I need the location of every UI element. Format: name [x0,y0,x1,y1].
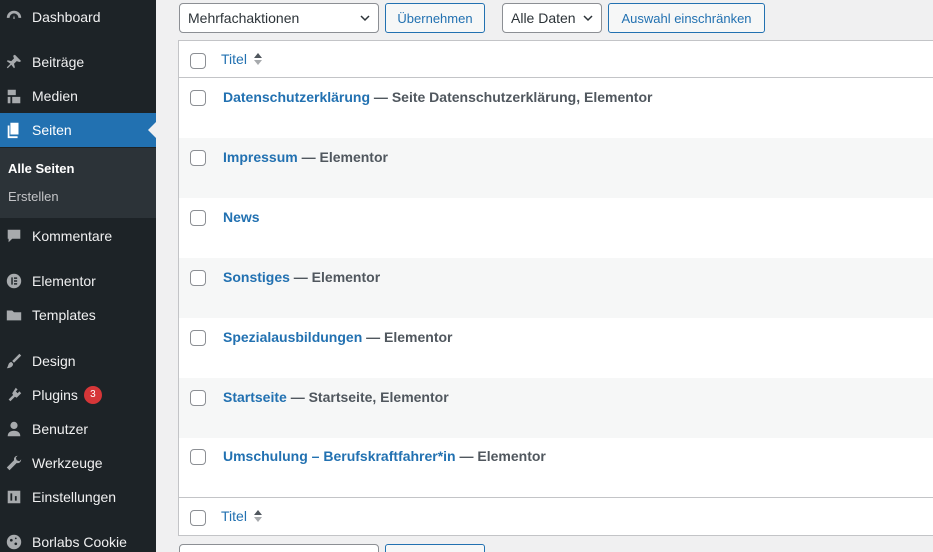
menu-elementor[interactable]: Elementor [0,264,156,298]
cookie-icon [4,532,24,552]
table-row: Sonstiges — Elementor [179,258,933,318]
update-count-badge: 3 [83,386,102,404]
menu-label: Medien [32,88,78,104]
date-filter-select[interactable]: Alle Daten [502,3,602,33]
title-column-header[interactable]: Titel [221,51,263,67]
select-all-checkbox-footer[interactable] [190,510,206,526]
row-checkbox[interactable] [190,150,206,166]
table-row: Startseite — Startseite, Elementor [179,378,933,438]
menu-label: Plugins [32,387,78,403]
menu-label: Borlabs Cookie [32,534,127,550]
date-filter-value: Alle Daten [511,10,576,26]
menu-label: Design [32,353,76,369]
menu-label: Beiträge [32,54,85,70]
menu-label: Einstellungen [32,489,117,505]
menu-label: Elementor [32,273,96,289]
row-checkbox[interactable] [190,210,206,226]
select-all-checkbox[interactable] [190,53,206,69]
row-checkbox[interactable] [190,270,206,286]
menu-media[interactable]: Medien [0,79,156,113]
bulk-action-select[interactable]: Mehrfachaktionen [179,3,379,33]
menu-templates[interactable]: Templates [0,298,156,332]
page-state: — Elementor [289,269,381,285]
menu-tools[interactable]: Werkzeuge [0,446,156,480]
menu-settings[interactable]: Einstellungen [0,480,156,514]
menu-label: Seiten [32,122,72,138]
menu-plugins[interactable]: Plugins 3 [0,378,156,412]
filter-button[interactable]: Auswahl einschränken [608,3,765,33]
page-state: — Seite Datenschutzerklärung, Elementor [370,89,653,105]
page-state: — Elementor [455,448,546,464]
pages-icon [4,120,24,140]
row-checkbox[interactable] [190,330,206,346]
menu-label: Dashboard [32,9,101,25]
apply-button[interactable]: Übernehmen [385,3,485,33]
sort-icon [253,53,262,65]
row-checkbox[interactable] [190,449,206,465]
page-title-link[interactable]: Sonstiges [223,269,290,285]
menu-label: Werkzeuge [32,455,103,471]
sort-icon [253,510,262,522]
apply-button-bottom[interactable] [385,544,485,552]
table-row: Spezialausbildungen — Elementor [179,318,933,378]
pages-table: Titel Datenschutzerklärung — Seite Daten… [178,40,933,536]
page-title-link[interactable]: Startseite [223,389,287,405]
submenu-all-pages[interactable]: Alle Seiten [8,161,74,176]
menu-dashboard[interactable]: Dashboard [0,0,156,34]
bulk-action-value: Mehrfachaktionen [188,10,300,26]
menu-posts[interactable]: Beiträge [0,45,156,79]
table-header: Titel [179,41,933,78]
row-checkbox[interactable] [190,390,206,406]
title-column-footer[interactable]: Titel [221,508,263,524]
media-icon [4,86,24,106]
user-icon [4,419,24,439]
comment-icon [4,226,24,246]
page-title-link[interactable]: Umschulung – Berufskraftfahrer*in [223,448,456,464]
table-row: Impressum — Elementor [179,138,933,198]
menu-label: Templates [32,307,96,323]
wrench-icon [4,453,24,473]
page-title-link[interactable]: News [223,209,260,225]
admin-sidebar: Dashboard Beiträge Medien Seiten Alle Se… [0,0,156,552]
page-state: — Elementor [362,329,453,345]
dashboard-icon [4,7,24,27]
table-row: Umschulung – Berufskraftfahrer*in — Elem… [179,437,933,497]
page-state: — Startseite, Elementor [286,389,449,405]
title-column-label: Titel [221,51,247,67]
bulk-action-select-bottom[interactable] [179,544,379,552]
table-footer: Titel [179,497,933,537]
menu-comments[interactable]: Kommentare [0,219,156,253]
title-column-label: Titel [221,508,247,524]
brush-icon [4,351,24,371]
menu-label: Kommentare [32,228,113,244]
submenu-add-new[interactable]: Erstellen [8,189,59,204]
table-row: Datenschutzerklärung — Seite Datenschutz… [179,78,933,138]
row-checkbox[interactable] [190,90,206,106]
folder-icon [4,305,24,325]
page-title-link[interactable]: Datenschutzerklärung [223,89,370,105]
menu-pages[interactable]: Seiten [0,113,156,147]
chevron-down-icon [360,15,370,22]
page-title-link[interactable]: Spezialausbildungen [223,329,362,345]
page-title-link[interactable]: Impressum [223,149,298,165]
menu-label: Benutzer [32,421,89,437]
settings-icon [4,487,24,507]
menu-borlabs-cookie[interactable]: Borlabs Cookie [0,525,156,552]
pin-icon [4,52,24,72]
menu-design[interactable]: Design [0,344,156,378]
table-row: News [179,198,933,258]
page-state: — Elementor [297,149,388,165]
pages-submenu: Alle Seiten Erstellen [0,148,156,218]
menu-users[interactable]: Benutzer [0,412,156,446]
chevron-down-icon [583,15,593,22]
elementor-icon [4,271,24,291]
plugin-icon [4,385,24,405]
